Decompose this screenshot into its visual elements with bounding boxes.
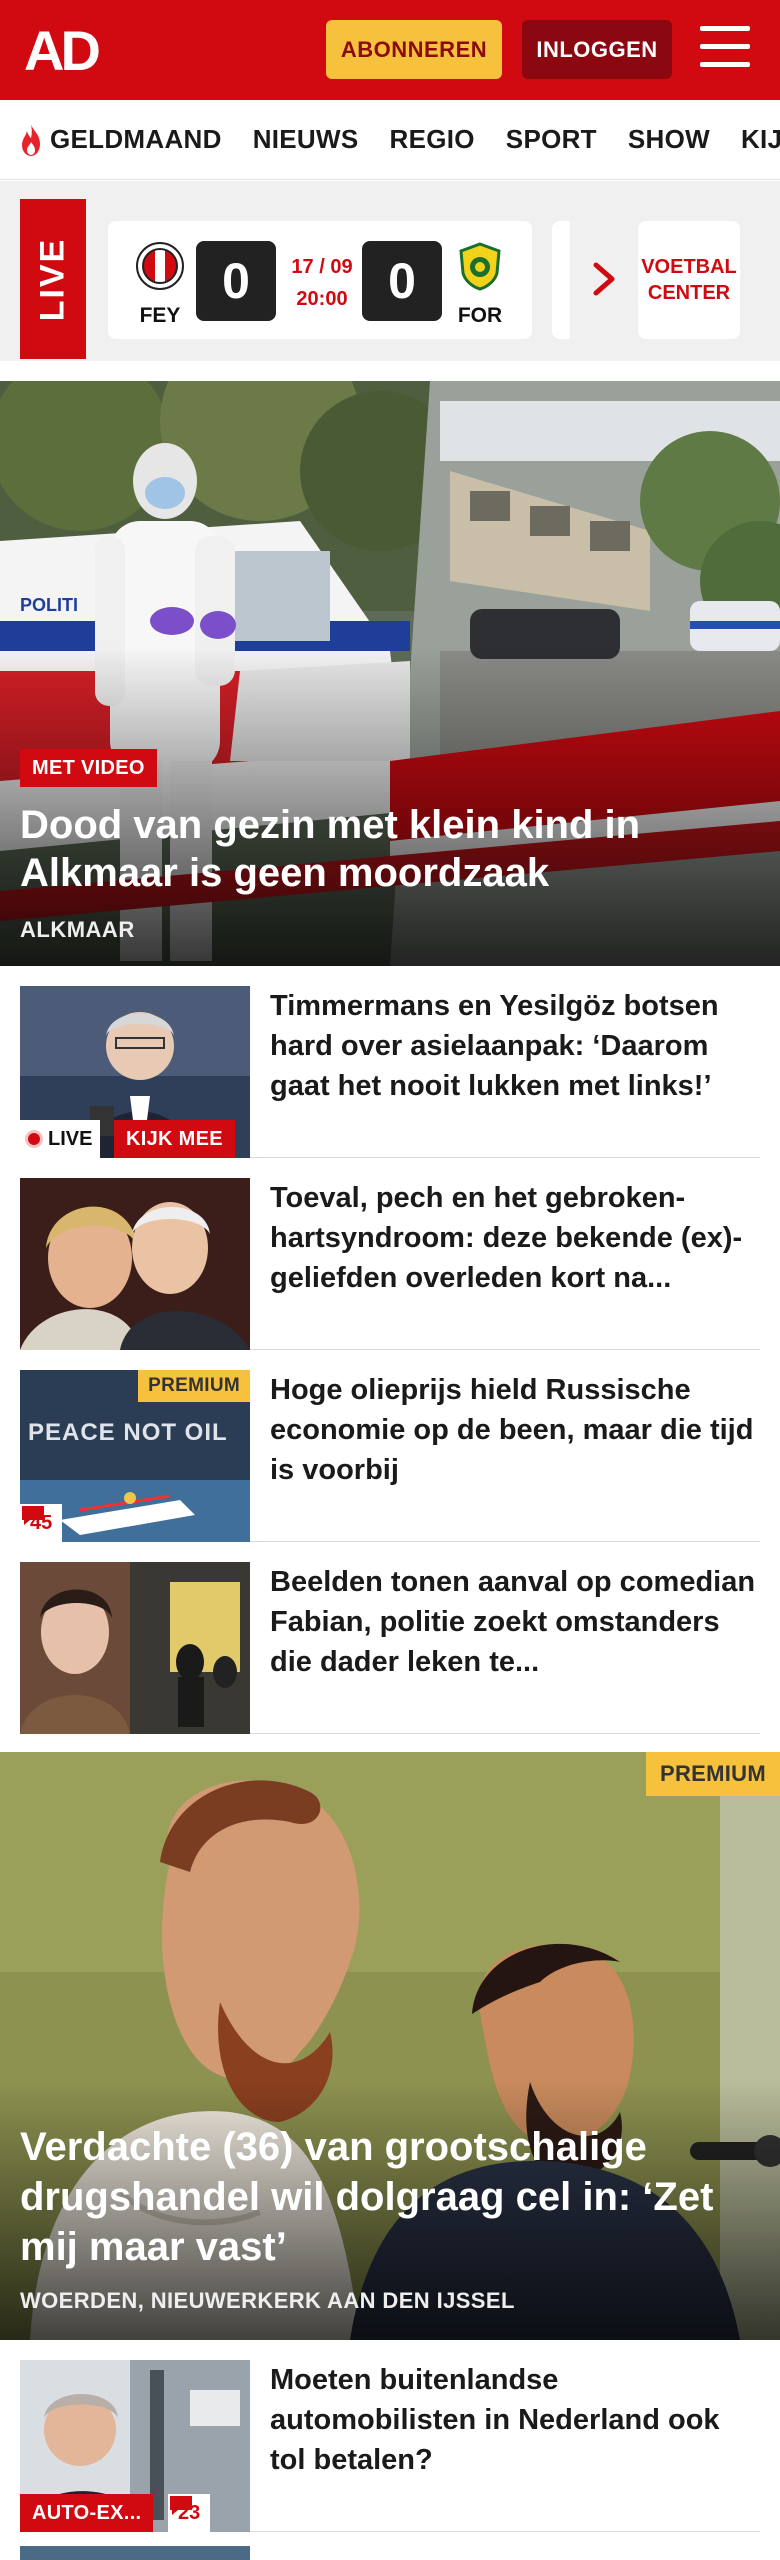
premium-badge: PREMIUM: [646, 1752, 780, 1796]
away-team-abbr: FOR: [457, 304, 503, 327]
video-badge: MET VIDEO: [20, 749, 157, 787]
live-indicator-label: LIVE: [48, 1127, 93, 1150]
category-badge[interactable]: AUTO-EX...: [20, 2494, 154, 2532]
section-nav: GELDMAAND NIEUWS REGIO SPORT SHOW KIJK: [0, 100, 780, 180]
live-dot-icon: [28, 1133, 40, 1145]
menu-icon[interactable]: [700, 26, 752, 70]
svg-text:AD: AD: [24, 24, 99, 76]
nav-label: GELDMAAND: [50, 124, 222, 154]
hero-article[interactable]: POLITI MET VIDEO Dood van gezin met klei…: [0, 381, 780, 966]
article-item[interactable]: Toeval, pech en het gebroken-hartsyndroo…: [20, 1158, 760, 1350]
nav-item-geldmaand[interactable]: GELDMAAND: [18, 123, 222, 157]
away-score: 0: [362, 241, 442, 321]
match-time: 20:00: [296, 288, 348, 310]
comment-count[interactable]: 45: [20, 1504, 63, 1542]
chevron-right-icon[interactable]: [590, 259, 620, 299]
premium-badge: PREMIUM: [138, 1370, 250, 1402]
away-team: FOR: [450, 241, 510, 328]
fortuna-crest-icon: [459, 242, 501, 291]
home-score: 0: [196, 241, 276, 321]
article-thumbnail: [20, 1178, 250, 1350]
top-header: AD ABONNEREN INLOGGEN: [0, 0, 780, 100]
nav-item-regio[interactable]: REGIO: [390, 124, 475, 155]
live-indicator: LIVE: [20, 1120, 101, 1158]
hero-location: ALKMAAR: [20, 917, 135, 942]
article-title[interactable]: Timmermans en Yesilgöz botsen hard over …: [270, 986, 760, 1106]
comment-icon: [22, 1506, 44, 1525]
live-label: LIVE: [20, 199, 86, 359]
nav-item-nieuws[interactable]: NIEUWS: [253, 124, 359, 155]
article-thumbnail: AUTO-EX... 23: [20, 2360, 250, 2532]
article-title[interactable]: Toeval, pech en het gebroken-hartsyndroo…: [270, 1178, 760, 1298]
match-card[interactable]: FEY 0 17 / 09 20:00 0 FOR: [108, 221, 532, 339]
comment-icon: [170, 2496, 192, 2515]
subscribe-button[interactable]: ABONNEREN: [326, 20, 502, 79]
login-button[interactable]: INLOGGEN: [522, 20, 672, 79]
feature-location: WOERDEN, NIEUWERKERK AAN DEN IJSSEL: [20, 2288, 515, 2313]
thumbnail-image: [20, 1562, 250, 1734]
article-thumbnail: [20, 1562, 250, 1734]
voetbal-center-link[interactable]: VOETBAL CENTER: [638, 221, 740, 339]
article-item[interactable]: LIVE KIJK MEE Timmermans en Yesilgöz bot…: [20, 966, 760, 1158]
article-title[interactable]: Beelden tonen aanval op comedian Fabian,…: [270, 1562, 760, 1682]
home-team: FEY: [130, 241, 190, 328]
next-match-card[interactable]: [552, 221, 570, 339]
svg-text:POLITI: POLITI: [20, 595, 78, 615]
hero-headline[interactable]: Dood van gezin met klein kind in Alkmaar…: [20, 801, 740, 897]
nav-item-kijk[interactable]: KIJK: [741, 124, 780, 155]
ad-logo[interactable]: AD: [24, 24, 118, 76]
article-title[interactable]: Hoge olieprijs hield Russische economie …: [270, 1370, 760, 1490]
comment-count[interactable]: 23: [168, 2494, 211, 2532]
feature-article[interactable]: PREMIUM Verdachte (36) van grootschalige…: [0, 1752, 780, 2340]
article-thumbnail: PEACE NOT OIL PREMIUM 45: [20, 1370, 250, 1542]
svg-text:PEACE NOT OIL: PEACE NOT OIL: [28, 1419, 228, 1446]
feyenoord-crest-icon: [136, 242, 184, 290]
live-scores-bar: LIVE FEY 0 17 / 09 20:00 0 FOR VOETBAL C…: [0, 181, 780, 361]
article-item[interactable]: AUTO-EX... 23 Moeten buitenlandse automo…: [20, 2340, 760, 2532]
match-date: 17 / 09: [291, 256, 353, 278]
thumbnail-image: [20, 1178, 250, 1350]
article-title[interactable]: Moeten buitenlandse automobilisten in Ne…: [270, 2360, 760, 2480]
home-team-abbr: FEY: [139, 304, 181, 327]
article-item[interactable]: PEACE NOT OIL PREMIUM 45 Hoge olieprijs …: [20, 1350, 760, 1542]
nav-item-show[interactable]: SHOW: [628, 124, 710, 155]
article-thumbnail: LIVE KIJK MEE: [20, 986, 250, 1158]
flame-icon: [22, 123, 40, 156]
watch-badge[interactable]: KIJK MEE: [114, 1120, 235, 1158]
article-item[interactable]: Beelden tonen aanval op comedian Fabian,…: [20, 1542, 760, 1734]
next-article-thumbnail: [20, 2546, 250, 2560]
nav-item-sport[interactable]: SPORT: [506, 124, 597, 155]
match-datetime: 17 / 09 20:00: [280, 251, 364, 315]
feature-headline[interactable]: Verdachte (36) van grootschalige drugsha…: [20, 2122, 760, 2272]
